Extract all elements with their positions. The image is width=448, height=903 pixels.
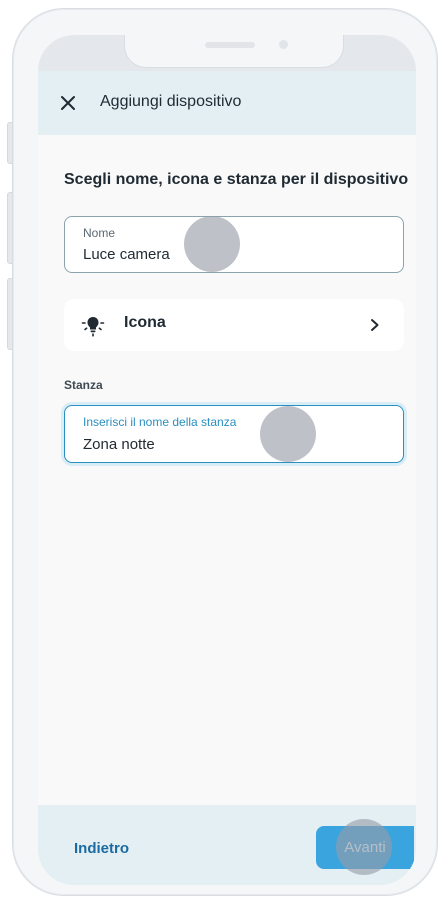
name-field-label: Nome <box>83 226 116 240</box>
room-field-value[interactable]: Zona notte <box>83 436 155 453</box>
name-field-value[interactable]: Luce camera <box>83 246 170 263</box>
section-title: Scegli nome, icona e stanza per il dispo… <box>64 171 409 188</box>
next-button[interactable]: Avanti <box>316 826 414 869</box>
close-icon[interactable] <box>60 95 76 111</box>
room-field[interactable]: Inserisci il nome della stanza Zona nott… <box>64 405 404 463</box>
app-header: Aggiungi dispositivo <box>38 71 416 135</box>
icon-selector-row[interactable]: Icona <box>64 299 404 351</box>
status-bar <box>38 35 416 71</box>
back-button[interactable]: Indietro <box>74 840 129 857</box>
icon-selector-label: Icona <box>124 314 166 331</box>
name-field[interactable]: Nome Luce camera <box>64 216 404 273</box>
device-mockup: Aggiungi dispositivo Scegli nome, icona … <box>0 0 448 903</box>
room-field-label: Inserisci il nome della stanza <box>83 415 237 429</box>
front-camera <box>279 40 288 49</box>
app-screen: Aggiungi dispositivo Scegli nome, icona … <box>38 35 416 885</box>
chevron-right-icon <box>371 319 379 331</box>
speaker-grille <box>205 42 255 48</box>
room-section-label: Stanza <box>64 378 103 392</box>
footer-bar: Indietro Avanti <box>38 805 416 885</box>
light-bulb-icon <box>81 317 105 337</box>
phone-notch <box>124 35 344 68</box>
page-title: Aggiungi dispositivo <box>100 93 242 110</box>
